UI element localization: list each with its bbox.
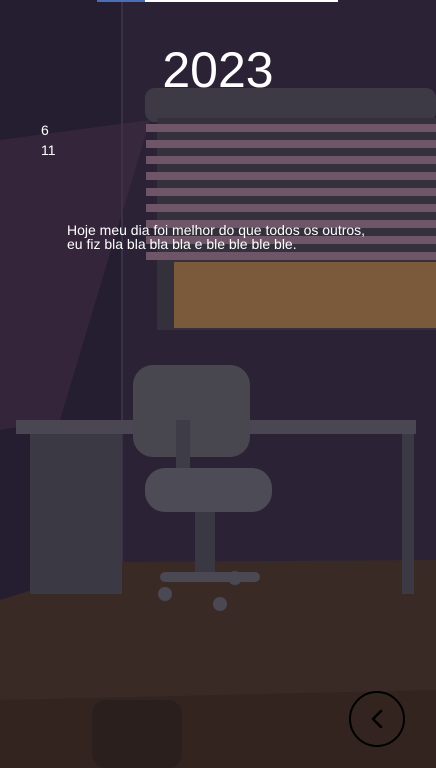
diary-day: 6 <box>41 122 49 138</box>
diary-year: 2023 <box>162 42 274 98</box>
room-background <box>0 0 436 768</box>
chevron-left-icon <box>371 709 383 729</box>
diary-entry-text: Hoje meu dia foi melhor do que todos os … <box>67 222 366 252</box>
progress-bar <box>97 0 338 2</box>
back-button[interactable] <box>349 691 405 747</box>
progress-fill <box>97 0 146 2</box>
room-illustration <box>0 0 436 768</box>
diary-date: 6 11 <box>41 120 56 160</box>
diary-month: 11 <box>41 142 56 158</box>
